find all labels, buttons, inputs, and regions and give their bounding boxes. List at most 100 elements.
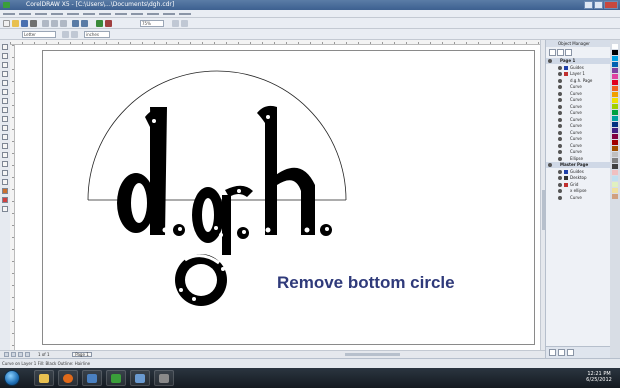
save-icon[interactable]: [21, 20, 28, 27]
copy-icon[interactable]: [51, 20, 58, 27]
layer-object-row[interactable]: Curve: [546, 84, 611, 90]
palette-swatch[interactable]: [612, 86, 618, 91]
menu-effects[interactable]: [82, 10, 96, 18]
glyph-h[interactable]: [257, 105, 315, 235]
layer-object-row[interactable]: Curve: [546, 110, 611, 116]
period-3[interactable]: [320, 224, 332, 236]
rectangle-tool-icon[interactable]: [2, 98, 8, 104]
new-master-layer-icon[interactable]: [558, 349, 565, 356]
layer-object-row[interactable]: Curve: [546, 195, 611, 201]
layer-object-row[interactable]: Curve: [546, 117, 611, 123]
palette-swatch[interactable]: [612, 134, 618, 139]
menu-bitmaps[interactable]: [98, 10, 112, 18]
menu-table[interactable]: [130, 10, 144, 18]
visibility-eye-icon[interactable]: [558, 98, 562, 102]
palette-swatch[interactable]: [612, 194, 618, 199]
open-folder-icon[interactable]: [12, 20, 19, 27]
palette-swatch[interactable]: [612, 44, 618, 49]
palette-swatch[interactable]: [612, 170, 618, 175]
shape-tool-icon[interactable]: [2, 53, 8, 59]
palette-swatch[interactable]: [612, 182, 618, 187]
glyph-g[interactable]: [192, 185, 253, 255]
visibility-eye-icon[interactable]: [558, 78, 562, 83]
maximize-icon[interactable]: [594, 1, 603, 9]
layer-object-row[interactable]: Curve: [546, 149, 611, 155]
new-document-icon[interactable]: [3, 20, 10, 27]
palette-swatch[interactable]: [612, 164, 618, 169]
taskbar-image-viewer-button[interactable]: [154, 370, 174, 386]
visibility-eye-icon[interactable]: [558, 189, 562, 193]
layer-object-row[interactable]: Layer 1: [546, 71, 611, 77]
visibility-eye-icon[interactable]: [558, 137, 562, 141]
crop-tool-icon[interactable]: [2, 62, 8, 68]
taskbar-firefox-button[interactable]: [58, 370, 78, 386]
glyph-d[interactable]: [117, 107, 168, 235]
minimize-icon[interactable]: [584, 1, 593, 9]
horizontal-scrollbar[interactable]: 1 of 1 Page 1: [0, 350, 545, 358]
freehand-tool-icon[interactable]: [2, 80, 8, 86]
layer-group-row[interactable]: Master Page: [546, 162, 611, 168]
menu-text[interactable]: [114, 10, 128, 18]
palette-swatch[interactable]: [612, 158, 618, 163]
ellipse-tool-icon[interactable]: [2, 107, 8, 113]
clock[interactable]: 12:21 PM 6/25/2012: [583, 371, 615, 383]
delete-layer-icon[interactable]: [567, 349, 574, 356]
layer-group-row[interactable]: Page 1: [546, 58, 611, 64]
visibility-eye-icon[interactable]: [558, 176, 562, 180]
pick-tool-icon[interactable]: [2, 44, 8, 50]
visibility-eye-icon[interactable]: [558, 130, 562, 135]
start-button-icon[interactable]: [4, 370, 20, 386]
page-tab[interactable]: Page 1: [72, 352, 92, 357]
palette-swatch[interactable]: [612, 140, 618, 145]
visibility-eye-icon[interactable]: [548, 59, 552, 63]
dimension-tool-icon[interactable]: [2, 152, 8, 158]
palette-swatch[interactable]: [612, 110, 618, 115]
taskbar-explorer-button[interactable]: [34, 370, 54, 386]
zoom-tool-icon[interactable]: [2, 71, 8, 77]
visibility-eye-icon[interactable]: [558, 72, 562, 76]
menu-window[interactable]: [162, 10, 176, 18]
system-tray[interactable]: [545, 371, 565, 383]
palette-swatch[interactable]: [612, 74, 618, 79]
interactive-fill-tool-icon[interactable]: [2, 206, 8, 212]
menu-edit[interactable]: [18, 10, 32, 18]
layer-manager-view-icon[interactable]: [565, 49, 572, 56]
export-icon[interactable]: [105, 20, 112, 27]
palette-swatch[interactable]: [612, 50, 618, 55]
text-tool-icon[interactable]: [2, 134, 8, 140]
menu-file[interactable]: [2, 10, 16, 18]
menu-view[interactable]: [34, 10, 48, 18]
visibility-eye-icon[interactable]: [558, 182, 562, 187]
outline-pen-tool-icon[interactable]: [2, 188, 8, 194]
units-dropdown[interactable]: inches: [84, 31, 110, 38]
menu-tools[interactable]: [146, 10, 160, 18]
palette-swatch[interactable]: [612, 98, 618, 103]
drawing-workspace[interactable]: Remove bottom circle: [15, 45, 540, 350]
palette-swatch[interactable]: [612, 62, 618, 67]
next-page-icon[interactable]: [18, 352, 23, 357]
menu-arrange[interactable]: [66, 10, 80, 18]
eyedropper-tool-icon[interactable]: [2, 179, 8, 185]
print-icon[interactable]: [30, 20, 37, 27]
show-properties-icon[interactable]: [549, 49, 556, 56]
layer-object-row[interactable]: Curve: [546, 136, 611, 142]
layer-object-row[interactable]: x ellipse: [546, 188, 611, 194]
palette-swatch[interactable]: [612, 176, 618, 181]
visibility-eye-icon[interactable]: [558, 195, 562, 200]
palette-swatch[interactable]: [612, 68, 618, 73]
import-icon[interactable]: [96, 20, 103, 27]
layer-object-row[interactable]: Curve: [546, 143, 611, 149]
bottom-circle[interactable]: [175, 254, 227, 306]
layer-object-row[interactable]: Guides: [546, 169, 611, 175]
palette-swatch[interactable]: [612, 146, 618, 151]
new-layer-icon[interactable]: [549, 349, 556, 356]
polygon-tool-icon[interactable]: [2, 116, 8, 122]
visibility-eye-icon[interactable]: [558, 91, 562, 96]
visibility-eye-icon[interactable]: [558, 169, 562, 174]
fill-tool-icon[interactable]: [2, 197, 8, 203]
redo-icon[interactable]: [81, 20, 88, 27]
taskbar-media-button[interactable]: [130, 370, 150, 386]
palette-swatch[interactable]: [612, 104, 618, 109]
palette-swatch[interactable]: [612, 92, 618, 97]
palette-swatch[interactable]: [612, 80, 618, 85]
